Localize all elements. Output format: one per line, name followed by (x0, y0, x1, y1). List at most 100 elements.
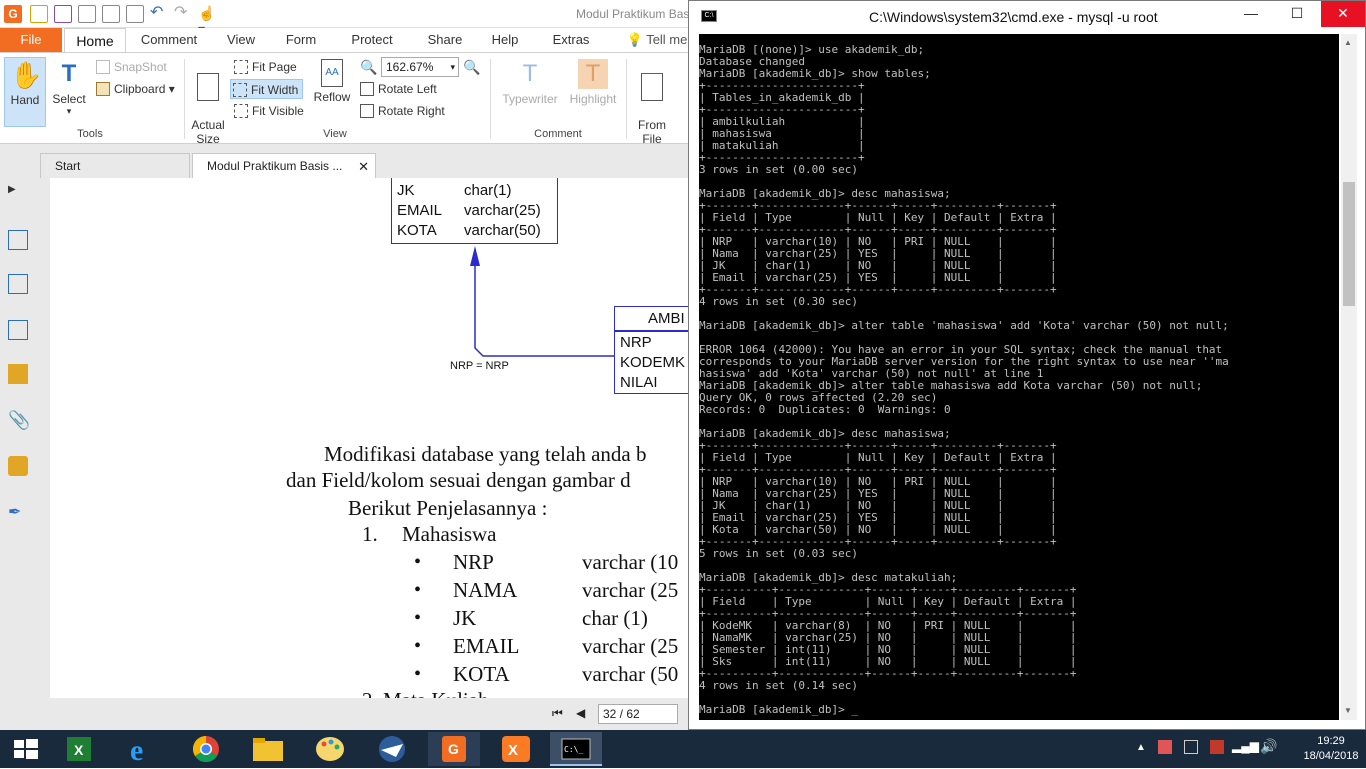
tray-app-icon[interactable] (1158, 740, 1172, 754)
start-icon[interactable] (0, 732, 52, 766)
pages-icon[interactable] (8, 274, 28, 294)
rotate-left-icon (360, 82, 374, 96)
reflow-label: Reflow (313, 90, 351, 104)
tab-share[interactable]: Share (418, 28, 472, 52)
actual-size-button[interactable]: Actual Size (188, 57, 228, 146)
explorer-icon[interactable] (242, 732, 294, 766)
maximize-icon[interactable]: ☐ (1275, 1, 1319, 27)
svg-text:G: G (448, 741, 459, 757)
tab-form[interactable]: Form (274, 28, 328, 52)
tab-help[interactable]: Help (480, 28, 530, 52)
page-number-value: 32 / 62 (603, 707, 640, 721)
fit-width-button[interactable]: Fit Width (230, 79, 304, 99)
ie-icon[interactable]: e (118, 732, 170, 767)
volume-icon[interactable]: 🔊 (1260, 738, 1277, 755)
undo-icon[interactable]: ↶ (150, 5, 168, 23)
foxit-pdf-icon[interactable]: G (428, 732, 480, 766)
clipboard-button[interactable]: Clipboard ▾ (94, 79, 175, 99)
previous-page-icon[interactable]: ◀ (576, 706, 585, 720)
new-icon[interactable] (126, 5, 144, 23)
actual-size-label: Actual Size (191, 118, 225, 146)
attachments-icon[interactable]: 📎 (8, 410, 30, 430)
signature-icon[interactable]: ✒ (8, 502, 28, 522)
page-navigation: ⏮ ◀ 32 / 62 (540, 700, 700, 730)
tab-protect[interactable]: Protect (340, 28, 404, 52)
fit-visible-button[interactable]: Fit Visible (232, 101, 304, 121)
redo-icon[interactable]: ↷ (174, 5, 192, 23)
bookmarks-icon[interactable] (8, 230, 28, 250)
zoom-select[interactable]: 162.67% ▾ (381, 57, 459, 77)
snapshot-button[interactable]: SnapShot (94, 57, 167, 77)
open-icon[interactable] (30, 5, 48, 23)
expand-arrow-icon[interactable]: ▶ (8, 184, 28, 204)
close-icon[interactable]: ✕ (1321, 1, 1365, 27)
tray-app-icon[interactable] (1210, 740, 1224, 754)
erd-field-name: NILAI (620, 374, 658, 391)
lightbulb-icon: 💡 (626, 32, 643, 47)
dropdown-arrow-icon: ▾ (66, 106, 72, 116)
scrollbar-thumb[interactable] (1343, 182, 1355, 306)
divider (490, 59, 491, 139)
tab-file[interactable]: File (0, 28, 62, 52)
tab-home[interactable]: Home (64, 28, 126, 52)
reflow-button[interactable]: AA Reflow (312, 57, 352, 127)
typewriter-label: Typewriter (502, 92, 558, 106)
taskbar: X e G X C:\_ ▲ ▂▄▆ 🔊 19:29 18/04/2018 (0, 730, 1366, 768)
cmd-app-icon: C:\ (701, 10, 717, 22)
network-icon[interactable]: ▂▄▆ (1232, 739, 1259, 753)
scroll-up-icon[interactable]: ▲ (1344, 38, 1352, 47)
xampp-icon[interactable]: X (490, 732, 542, 766)
hand-tool-icon[interactable]: ☝▾ (198, 5, 216, 37)
foxit-logo-icon[interactable]: G (4, 5, 22, 23)
window-title: Modul Praktikum Basis (576, 7, 699, 21)
select-button[interactable]: T Select ▾ (48, 57, 90, 127)
quick-access-toolbar: G ↶ ↷ ☝▾ Modul Praktikum Basis (0, 0, 700, 37)
rotate-left-button[interactable]: Rotate Left (358, 79, 437, 99)
ribbon-tabs: File Home Comment View Form Protect Shar… (0, 28, 700, 52)
navigation-panel: ▶ 📎 ✒ (0, 178, 38, 700)
tray-app-icon[interactable] (1184, 740, 1198, 754)
hand-icon: ✋ (10, 60, 43, 90)
print-icon[interactable] (78, 5, 96, 23)
fit-width-icon (233, 83, 247, 97)
hand-button[interactable]: ✋ Hand (4, 57, 46, 127)
lock-icon[interactable] (8, 456, 28, 476)
zoom-out-icon[interactable]: 🔍 (360, 59, 377, 76)
excel-icon[interactable]: X (54, 732, 106, 766)
thunderbird-icon[interactable] (366, 732, 418, 766)
pdf-file-icon (641, 73, 663, 101)
close-icon[interactable]: ✕ (358, 154, 369, 179)
tray-overflow-icon[interactable]: ▲ (1136, 742, 1146, 753)
page-number-input[interactable]: 32 / 62 (598, 704, 678, 724)
tell-me-search[interactable]: 💡 Tell me (622, 28, 692, 52)
zoom-in-icon[interactable]: 🔍 (463, 59, 480, 76)
from-file-button[interactable]: From File (632, 57, 672, 146)
body-line: dan Field/kolom sesuai dengan gambar d (286, 468, 631, 492)
tab-view[interactable]: View (214, 28, 268, 52)
rotate-right-label: Rotate Right (378, 104, 445, 118)
fit-page-button[interactable]: Fit Page (232, 57, 297, 77)
paint-icon[interactable] (304, 732, 356, 766)
tab-document[interactable]: Modul Praktikum Basis ... ✕ (192, 153, 376, 178)
console-output[interactable]: MariaDB [(none)]> use akademik_db; Datab… (699, 34, 1339, 720)
tab-extras[interactable]: Extras (540, 28, 602, 52)
comments-icon[interactable] (8, 364, 28, 384)
save-icon[interactable] (54, 5, 72, 23)
erd-relationship-line (470, 246, 614, 357)
cmd-icon[interactable]: C:\_ (550, 732, 602, 766)
svg-text:e: e (130, 734, 143, 766)
vertical-scrollbar[interactable]: ▲ ▼ (1341, 34, 1357, 720)
properties-icon[interactable] (102, 5, 120, 23)
rotate-right-button[interactable]: Rotate Right (358, 101, 445, 121)
typewriter-button[interactable]: T Typewriter (498, 57, 562, 127)
clock[interactable]: 19:29 18/04/2018 (1296, 734, 1366, 764)
cmd-title-bar[interactable]: C:\ C:\Windows\system32\cmd.exe - mysql … (689, 1, 1365, 33)
layers-icon[interactable] (8, 320, 28, 340)
highlight-button[interactable]: T Highlight (566, 57, 620, 127)
scroll-down-icon[interactable]: ▼ (1344, 706, 1352, 715)
tab-start[interactable]: Start (40, 153, 190, 178)
first-page-icon[interactable]: ⏮ (552, 706, 563, 721)
tab-comment[interactable]: Comment (134, 28, 204, 52)
chrome-icon[interactable] (180, 732, 232, 766)
minimize-icon[interactable]: — (1229, 1, 1273, 27)
